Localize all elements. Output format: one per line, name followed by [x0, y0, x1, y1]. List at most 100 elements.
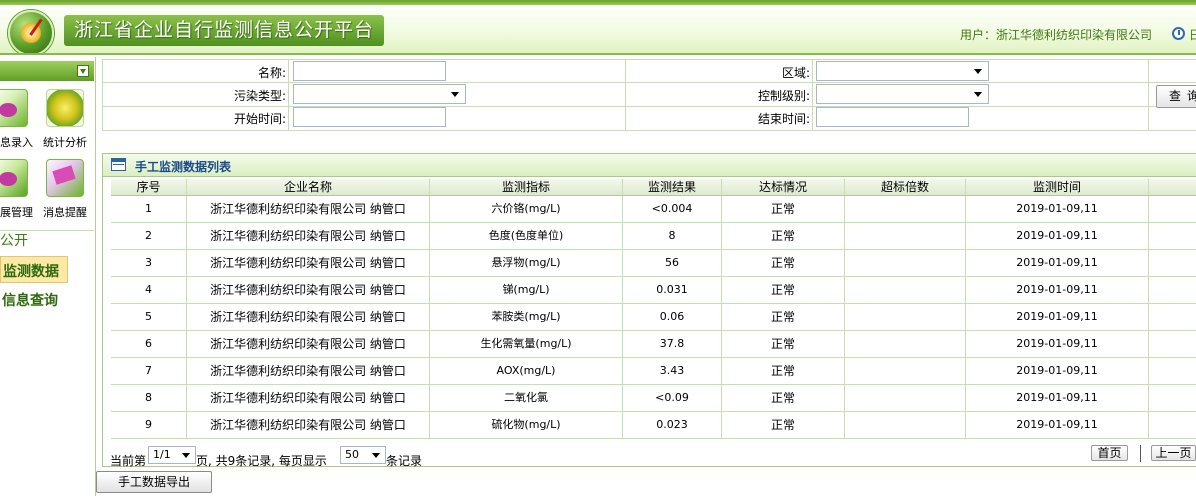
end-time-input[interactable]	[816, 107, 969, 127]
data-entry-icon[interactable]	[0, 89, 28, 127]
table-row[interactable]: 9 浙江华德利纺织印染有限公司 纳管口 硫化物(mg/L) 0.023 正常 2…	[111, 412, 1196, 439]
start-time-input[interactable]	[293, 107, 446, 127]
cell-indicator: AOX(mg/L)	[430, 358, 623, 384]
cell-indicator: 锑(mg/L)	[430, 277, 623, 303]
sidebar-tool-label[interactable]: 息录入	[0, 134, 33, 150]
cell-result: 56	[623, 250, 722, 276]
page-select[interactable]: 1/1	[148, 446, 196, 464]
cell-indicator: 二氧化氯	[430, 385, 623, 411]
name-input[interactable]	[293, 61, 446, 81]
region-label: 区域:	[781, 66, 810, 80]
clock-icon[interactable]	[1172, 27, 1185, 40]
cell-status: 正常	[722, 196, 845, 222]
column-header-extra[interactable]	[1149, 179, 1196, 195]
cell-status: 正常	[722, 331, 845, 357]
pollution-type-select[interactable]	[293, 84, 466, 104]
cell-indicator: 悬浮物(mg/L)	[430, 250, 623, 276]
user-label: 用户：	[960, 28, 997, 42]
column-header-indicator[interactable]: 监测指标	[430, 179, 623, 195]
cell-no: 8	[111, 385, 187, 411]
management-icon[interactable]	[0, 159, 28, 197]
pollution-type-label: 污染类型:	[233, 89, 286, 103]
app-header: 浙江省企业自行监测信息公开平台 用户：浙江华德利纺织印染有限公司 日	[0, 0, 1196, 55]
table-row[interactable]: 5 浙江华德利纺织印染有限公司 纳管口 苯胺类(mg/L) 0.06 正常 20…	[111, 304, 1196, 331]
cell-status: 正常	[722, 358, 845, 384]
cell-exceed	[845, 358, 966, 384]
cell-time: 2019-01-09,11	[966, 331, 1149, 357]
cell-status: 正常	[722, 250, 845, 276]
sidebar-item-info-query[interactable]: 信息查询	[2, 290, 58, 310]
cell-no: 3	[111, 250, 187, 276]
table-row[interactable]: 4 浙江华德利纺织印染有限公司 纳管口 锑(mg/L) 0.031 正常 201…	[111, 277, 1196, 304]
pager-current-label: 当前第	[110, 454, 147, 468]
pagination: 当前第 1/1 页, 共9条记录, 每页显示 50 条记录 首页 上一页	[102, 444, 1196, 468]
table-row[interactable]: 3 浙江华德利纺织印染有限公司 纳管口 悬浮物(mg/L) 56 正常 2019…	[111, 250, 1196, 277]
export-manual-data-button[interactable]: 手工数据导出	[96, 471, 212, 493]
panel-title: 手工监测数据列表	[135, 160, 232, 174]
table-row[interactable]: 7 浙江华德利纺织印染有限公司 纳管口 AOX(mg/L) 3.43 正常 20…	[111, 358, 1196, 385]
table-row[interactable]: 1 浙江华德利纺织印染有限公司 纳管口 六价铬(mg/L) <0.004 正常 …	[111, 196, 1196, 223]
form-grid-line	[102, 130, 1196, 131]
statistics-icon[interactable]	[46, 89, 84, 127]
cell-result: <0.09	[623, 385, 722, 411]
sidebar: 息录入 统计分析 展管理 消息提醒 公开 监测数据 信息查询	[0, 57, 96, 496]
column-header-time[interactable]: 监测时间	[966, 179, 1149, 195]
cell-extra	[1149, 358, 1196, 384]
cell-no: 4	[111, 277, 187, 303]
sidebar-tool-label[interactable]: 展管理	[0, 204, 33, 220]
table-header-row: 序号 企业名称 监测指标 监测结果 达标情况 超标倍数 监测时间	[111, 179, 1196, 196]
cell-exceed	[845, 385, 966, 411]
sidebar-item-monitoring-data[interactable]: 监测数据	[0, 256, 68, 283]
form-grid-line	[625, 59, 626, 131]
sidebar-tool-label[interactable]: 消息提醒	[43, 204, 87, 220]
column-header-exceed[interactable]: 超标倍数	[845, 179, 966, 195]
pager-size-suffix: 条记录	[386, 454, 423, 468]
cell-company: 浙江华德利纺织印染有限公司 纳管口	[187, 412, 430, 438]
control-level-label: 控制级别:	[757, 89, 810, 103]
first-page-button[interactable]: 首页	[1091, 445, 1128, 461]
cell-time: 2019-01-09,11	[966, 277, 1149, 303]
cell-exceed	[845, 412, 966, 438]
cell-extra	[1149, 304, 1196, 330]
column-header-company[interactable]: 企业名称	[187, 179, 430, 195]
column-header-result[interactable]: 监测结果	[623, 179, 722, 195]
cell-no: 9	[111, 412, 187, 438]
prev-page-button[interactable]: 上一页	[1151, 445, 1196, 461]
cell-no: 6	[111, 331, 187, 357]
panel-header: 手工监测数据列表	[103, 154, 1196, 177]
column-header-status[interactable]: 达标情况	[722, 179, 845, 195]
message-icon[interactable]	[46, 159, 84, 197]
table-row[interactable]: 6 浙江华德利纺织印染有限公司 纳管口 生化需氧量(mg/L) 37.8 正常 …	[111, 331, 1196, 358]
table-row[interactable]: 2 浙江华德利纺织印染有限公司 纳管口 色度(色度单位) 8 正常 2019-0…	[111, 223, 1196, 250]
platform-logo	[8, 10, 54, 53]
collapse-arrow-icon[interactable]	[77, 65, 89, 77]
cell-result: 8	[623, 223, 722, 249]
page-size-value: 50	[345, 448, 359, 461]
search-button[interactable]: 查询	[1156, 85, 1196, 108]
sidebar-tool-label[interactable]: 统计分析	[43, 134, 87, 150]
cell-result: <0.004	[623, 196, 722, 222]
cell-company: 浙江华德利纺织印染有限公司 纳管口	[187, 250, 430, 276]
chevron-down-icon	[974, 92, 982, 97]
cell-exceed	[845, 331, 966, 357]
table-row[interactable]: 8 浙江华德利纺织印染有限公司 纳管口 二氧化氯 <0.09 正常 2019-0…	[111, 385, 1196, 412]
form-grid-line	[102, 59, 103, 131]
cell-status: 正常	[722, 385, 845, 411]
control-level-select[interactable]	[816, 84, 989, 104]
cell-extra	[1149, 277, 1196, 303]
cell-extra	[1149, 331, 1196, 357]
clock-text[interactable]: 日	[1189, 26, 1196, 43]
cell-no: 5	[111, 304, 187, 330]
cell-status: 正常	[722, 412, 845, 438]
cell-status: 正常	[722, 277, 845, 303]
cell-exceed	[845, 250, 966, 276]
column-header-no[interactable]: 序号	[111, 179, 187, 195]
cell-indicator: 生化需氧量(mg/L)	[430, 331, 623, 357]
form-grid-line	[102, 82, 1196, 83]
cell-exceed	[845, 223, 966, 249]
cell-time: 2019-01-09,11	[966, 385, 1149, 411]
page-size-select[interactable]: 50	[340, 446, 386, 464]
cell-no: 7	[111, 358, 187, 384]
cell-no: 2	[111, 223, 187, 249]
region-select[interactable]	[816, 61, 989, 81]
